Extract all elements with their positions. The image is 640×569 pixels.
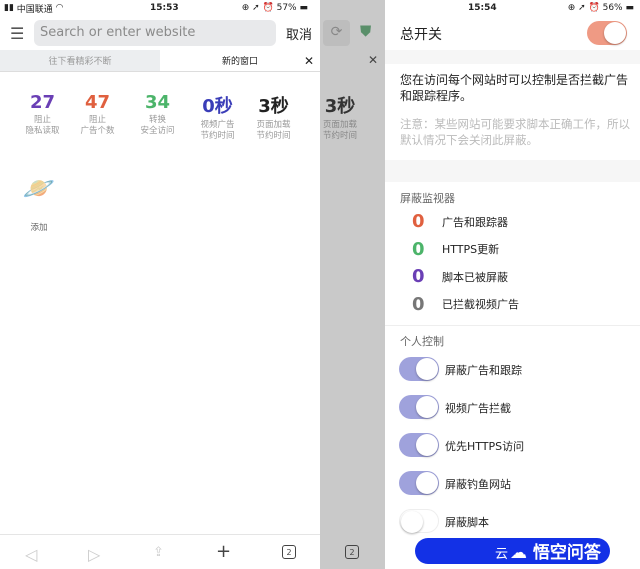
stat-label: 阻止 广告个数 <box>80 115 115 136</box>
time: 15:53 <box>150 3 179 13</box>
monitor-item: 0 脚本已被屏蔽 <box>412 266 508 287</box>
stat-item: 27 阻止 隐私读取 <box>15 92 70 137</box>
control-label: 屏蔽脚本 <box>445 516 489 529</box>
status-bar: ▮▮ 中国联通 ◠ 15:53 ⊕ ➚ ⏰ 57% ▬ <box>4 0 316 16</box>
control-label: 屏蔽广告和跟踪 <box>445 364 522 377</box>
monitor-count: 0 <box>412 211 425 232</box>
tab-item[interactable]: 往下看精彩不断 <box>0 50 160 71</box>
monitor-item: 0 广告和跟踪器 <box>412 211 508 232</box>
watermark: ☁ 悟空问答 <box>510 543 601 563</box>
reload-icon[interactable]: ⟳ <box>323 20 350 46</box>
forward-icon[interactable]: ▷ <box>88 545 100 564</box>
stat-label: 阻止 隐私读取 <box>25 115 60 136</box>
control-toggle[interactable] <box>399 395 439 419</box>
control-label: 视频广告拦截 <box>445 402 511 415</box>
cancel-button[interactable]: 取消 <box>286 24 312 43</box>
shield-icon[interactable]: ⛊ <box>360 22 371 40</box>
menu-icon[interactable]: ☰ <box>10 24 24 43</box>
monitor-item: 0 已拦截视频广告 <box>412 294 519 315</box>
planet-icon[interactable]: 🪐 <box>22 174 56 208</box>
stat-item: 3秒页面加载 节约时间 <box>246 92 301 142</box>
tab-count-button[interactable]: 2 <box>282 545 296 559</box>
stat-label: 转换 安全访问 <box>140 115 175 136</box>
tab-count-button[interactable]: 2 <box>345 545 359 559</box>
monitor-label: 脚本已被屏蔽 <box>442 270 508 284</box>
divider <box>385 160 640 182</box>
tab-item-active[interactable]: 新的窗口 ✕ <box>160 50 320 71</box>
close-tab-icon[interactable]: ✕ <box>368 53 378 67</box>
monitor-item: 0 HTTPS更新 <box>412 239 499 260</box>
new-tab-icon[interactable]: + <box>216 541 231 562</box>
wifi-icon: ◠ <box>55 3 64 13</box>
tab-strip: 往下看精彩不断 新的窗口 ✕ <box>0 50 320 72</box>
controls-title: 个人控制 <box>400 335 444 348</box>
status-bar: 15:54 ⊕ ➚ ⏰ 56% ▬ <box>385 0 640 16</box>
monitor-label: 已拦截视频广告 <box>442 298 519 311</box>
control-label: 屏蔽钓鱼网站 <box>445 478 511 491</box>
monitor-label: 广告和跟踪器 <box>442 215 508 229</box>
search-input[interactable]: Search or enter website <box>34 20 276 46</box>
control-toggle[interactable] <box>399 433 439 457</box>
stat-item: 47 阻止 广告个数 <box>70 92 125 137</box>
battery: ⊕ ➚ ⏰ 56% ▬ <box>567 3 634 13</box>
master-switch-label: 总开关 <box>400 27 442 43</box>
share-icon[interactable]: ⇪ <box>153 545 164 560</box>
stat-value: 34 <box>144 92 171 113</box>
divider <box>385 50 640 64</box>
monitor-title: 屏蔽监视器 <box>400 192 455 205</box>
divider <box>385 325 640 326</box>
monitor-count: 0 <box>412 293 425 315</box>
monitor-count: 0 <box>412 238 425 260</box>
stat-value: 0秒 <box>202 96 233 117</box>
stat-value: 3秒 <box>258 96 289 117</box>
monitor-count: 0 <box>412 266 425 287</box>
control-toggle[interactable] <box>399 357 439 381</box>
control-toggle[interactable] <box>399 471 439 495</box>
stat-label: 视频广告 节约时间 <box>200 120 235 141</box>
control-toggle[interactable] <box>399 509 439 533</box>
shortcut-label: 添加 <box>30 223 48 233</box>
monitor-label: HTTPS更新 <box>442 243 500 256</box>
ad-block-settings: 15:54 ⊕ ➚ ⏰ 56% ▬ 总开关 您在访问每个网站时可以控制是否拦截广… <box>385 0 640 569</box>
stat-value: 27 <box>29 92 56 113</box>
carrier: 中国联通 <box>16 4 53 15</box>
time: 15:54 <box>468 3 497 13</box>
stat-item: 0秒视频广告 节约时间 <box>190 92 245 142</box>
master-toggle[interactable] <box>587 21 627 45</box>
stat-label: 页面加载 节约时间 <box>256 120 291 141</box>
background-page-overlay: ⟳ ⛊ ✕ 3秒 页面加载 节约时间 2 <box>320 0 385 569</box>
back-icon[interactable]: ◁ <box>25 545 37 564</box>
divider <box>0 534 320 535</box>
close-tab-icon[interactable]: ✕ <box>304 54 314 68</box>
browser-new-tab-screen: ▮▮ 中国联通 ◠ 15:53 ⊕ ➚ ⏰ 57% ▬ ☰ Search or … <box>0 0 320 569</box>
stat-item: 3秒 页面加载 节约时间 <box>322 96 357 141</box>
stat-item: 34 转换 安全访问 <box>130 92 185 137</box>
stat-value: 47 <box>84 92 111 113</box>
signal-icon: ▮▮ <box>4 3 14 13</box>
control-label: 优先HTTPS访问 <box>445 440 525 453</box>
battery: ⊕ ➚ ⏰ 57% ▬ <box>241 3 308 13</box>
description: 您在访问每个网站时可以控制是否拦截广告和跟踪程序。 <box>400 73 629 103</box>
note: 注意：某些网站可能要求脚本正确工作，所以默认情况下会关闭此屏蔽。 <box>400 117 630 147</box>
